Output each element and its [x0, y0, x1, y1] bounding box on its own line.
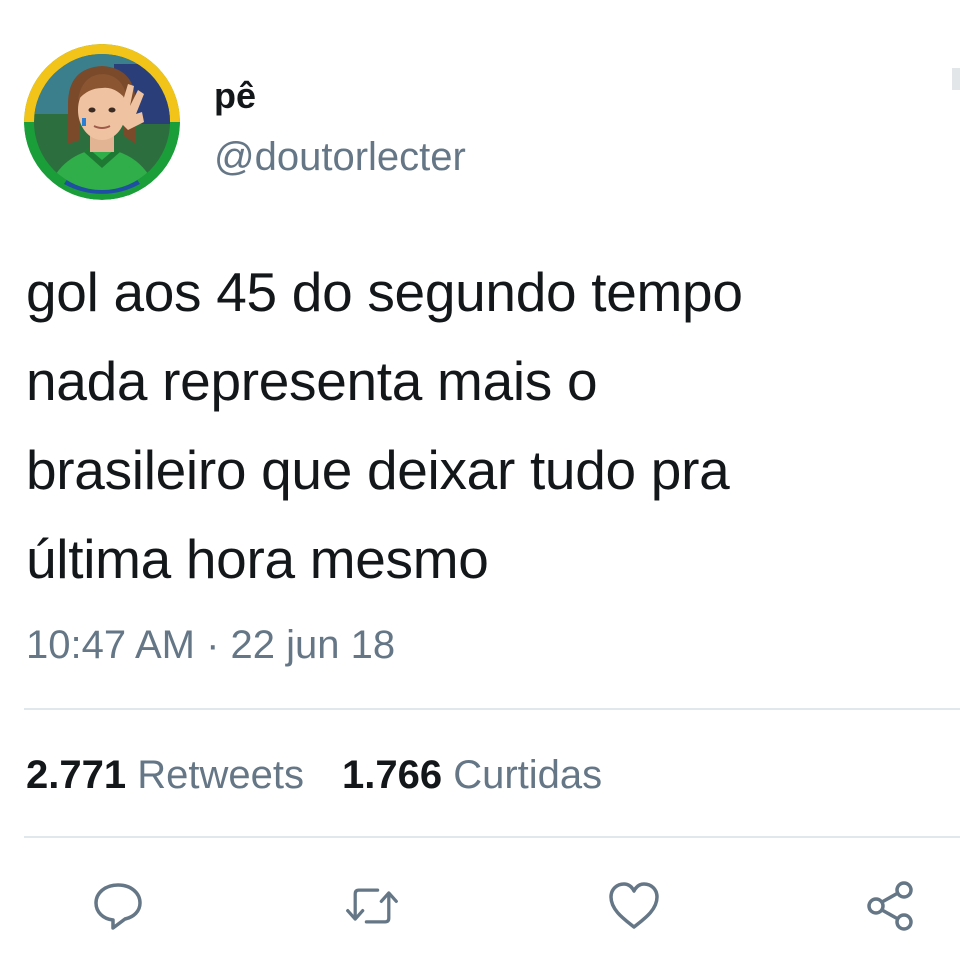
likes-count: 1.766 — [341, 753, 443, 797]
retweet-button[interactable] — [344, 878, 400, 934]
avatar[interactable] — [24, 44, 180, 200]
user-handle[interactable]: @doutorlecter — [214, 134, 466, 180]
reply-icon — [94, 883, 142, 930]
tweet-card: pê @doutorlecter gol aos 45 do segundo t… — [0, 0, 960, 960]
like-button[interactable] — [606, 878, 662, 934]
share-icon — [867, 881, 913, 931]
heart-icon — [609, 882, 659, 929]
retweet-icon — [346, 888, 398, 924]
retweets-count: 2.771 — [26, 753, 127, 797]
tweet-stats: 2.771 Retweets 1.766 Curtidas — [26, 752, 602, 798]
divider — [24, 836, 960, 838]
reply-button[interactable] — [90, 878, 146, 934]
tweet-text: gol aos 45 do segundo tempo nada represe… — [26, 248, 956, 604]
tweet-timestamp[interactable]: 10:47 AM · 22 jun 18 — [26, 622, 395, 668]
tweet-text-line: brasileiro que deixar tudo pra — [26, 439, 730, 501]
scroll-edge — [952, 68, 960, 90]
likes-stat[interactable]: 1.766 Curtidas — [342, 753, 602, 797]
tweet-text-line: última hora mesmo — [26, 528, 489, 590]
retweets-label: Retweets — [137, 753, 304, 797]
likes-label: Curtidas — [453, 753, 603, 797]
divider — [24, 708, 960, 710]
display-name[interactable]: pê — [214, 76, 256, 116]
retweets-stat[interactable]: 2.771 Retweets — [26, 753, 304, 797]
tweet-text-line: gol aos 45 do segundo tempo — [26, 261, 743, 323]
avatar-image — [24, 44, 180, 200]
share-button[interactable] — [862, 878, 918, 934]
tweet-text-line: nada representa mais o — [26, 350, 598, 412]
